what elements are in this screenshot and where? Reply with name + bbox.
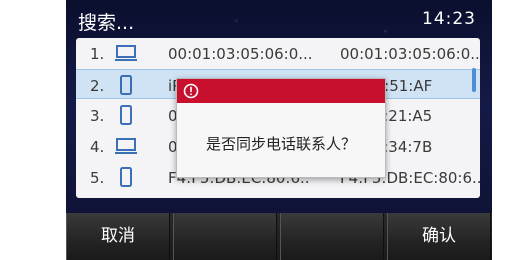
softkey-bar: 取消 确认 (66, 213, 492, 260)
phone-icon (114, 105, 138, 125)
item-index: 1. (90, 45, 105, 63)
item-index: 5. (90, 169, 105, 187)
dialog-message: 是否同步电话联系人？ (205, 135, 356, 153)
item-index: 4. (90, 138, 105, 156)
phone-icon (114, 75, 138, 95)
scrollbar[interactable] (472, 68, 476, 92)
computer-icon (114, 43, 138, 63)
item-index: 2. (90, 77, 105, 95)
phone-screen: 搜索... 14:23 1. 00:01:03:05:06:0... 00:01… (66, 0, 492, 260)
confirm-softkey[interactable]: 确认 (387, 213, 491, 260)
computer-icon (114, 136, 138, 156)
list-item[interactable]: 1. 00:01:03:05:06:0... 00:01:03:05:06:0.… (76, 38, 480, 68)
search-title[interactable]: 搜索... (78, 8, 134, 35)
softkey-2[interactable] (173, 213, 277, 260)
item-index: 3. (90, 107, 105, 125)
clock: 14:23 (422, 9, 476, 29)
header-bar: 搜索... 14:23 (66, 0, 492, 34)
phone-icon (114, 167, 138, 187)
dialog-title-bar (177, 79, 385, 103)
confirm-dialog: 是否同步电话联系人？ (176, 78, 386, 178)
warning-icon (183, 83, 199, 104)
device-name: 00:01:03:05:06:0... (168, 45, 313, 63)
device-mac: 00:01:03:05:06:0... (340, 45, 480, 63)
cancel-softkey[interactable]: 取消 (66, 213, 170, 260)
softkey-3[interactable] (280, 213, 384, 260)
